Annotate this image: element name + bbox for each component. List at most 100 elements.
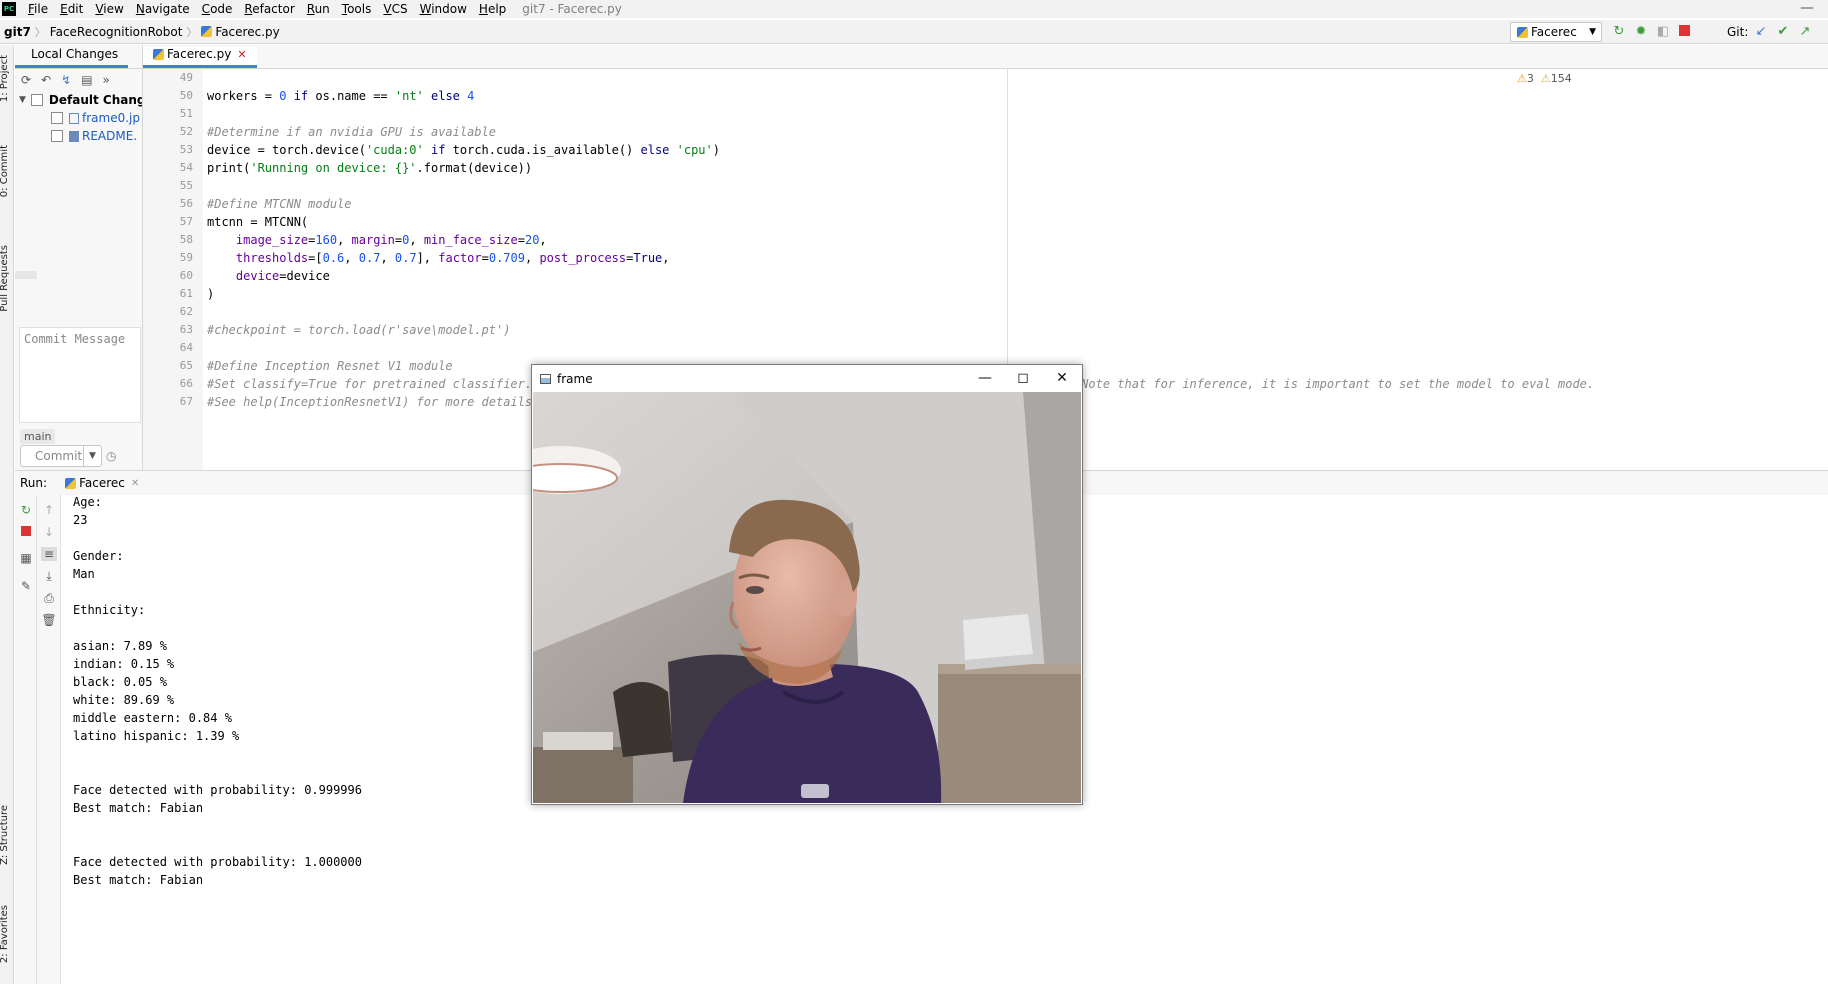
weak-warning-count: 154 [1550,72,1572,85]
coverage-icon[interactable]: ◧ [1656,25,1670,39]
window-minimize-button[interactable]: — [1800,0,1814,16]
weak-warning-icon: ⚠ [1540,72,1551,85]
shelve-icon[interactable]: ▤ [81,73,92,87]
list-item[interactable]: README. [15,127,142,145]
code-line: #Determine if an nvidia GPU is available [207,123,496,141]
git-update-icon[interactable]: ↙ [1754,25,1768,39]
breadcrumb-folder[interactable]: FaceRecognitionRobot [46,25,187,39]
code-token: 0.7 [358,251,381,265]
refresh-icon[interactable]: ⟳ [21,73,31,87]
changelist-checkbox[interactable] [30,94,43,106]
chevron-down-icon[interactable]: ▼ [83,446,101,466]
markdown-file-icon [69,130,79,142]
code-token: os.name == [315,89,395,103]
code-token: #Determine if an nvidia GPU is available [207,125,496,139]
menu-run[interactable]: Run [301,0,336,18]
menu-vcs[interactable]: VCS [377,0,413,18]
breadcrumb-project[interactable]: git7 [0,25,35,39]
run-configuration-selector[interactable]: Facerec ▼ [1510,22,1602,42]
python-file-icon [153,48,164,60]
code-token: thresholds [235,251,309,265]
changelist-row[interactable]: ▼ Default Change [15,91,142,109]
print-icon[interactable]: ⎙ [41,591,57,605]
code-token: else [640,143,677,157]
list-item[interactable]: frame0.jp [15,109,142,127]
pin-icon[interactable]: ✎ [18,579,34,593]
code-token: device = torch.device( [207,143,366,157]
rerun-icon[interactable]: ↻ [1612,25,1626,39]
commit-toolbar: ⟳ ↶ ↯ ▤ » [15,69,142,91]
webcam-frame-illustration [533,392,1081,803]
chevron-down-icon[interactable]: ▼ [19,95,26,105]
soft-wrap-icon[interactable]: ≡ [41,547,57,561]
tool-tab-project[interactable]: 1: Project [0,55,15,102]
menu-file[interactable]: File [22,0,54,18]
file-label: README. [82,129,138,143]
tab-run-facerec[interactable]: Facerec ✕ [61,476,143,490]
menu-tools[interactable]: Tools [336,0,378,18]
branch-badge[interactable]: main [20,429,56,444]
frame-window[interactable]: frame — ◻ ✕ [531,364,1083,805]
update-icon[interactable]: ↯ [61,73,71,87]
history-icon[interactable]: ◷ [106,449,116,463]
close-button[interactable]: ✕ [1043,365,1081,392]
horizontal-scrollbar[interactable] [15,271,37,279]
menu-view[interactable]: View [89,0,129,18]
git-push-icon[interactable]: ↗ [1798,25,1812,39]
commit-button[interactable]: Commit ▼ [20,445,102,467]
code-token: 'cuda:0' [365,143,424,157]
code-line: #See help(InceptionResnetV1) for more de… [207,393,539,411]
code-token: 0.6 [322,251,345,265]
breadcrumb-file[interactable]: Facerec.py [197,25,283,39]
close-icon[interactable]: ✕ [237,48,246,61]
line-number: 56 [179,197,193,210]
line-number: 63 [179,323,193,336]
close-icon[interactable]: ✕ [131,478,139,489]
trash-icon[interactable]: 🗑 [41,613,57,627]
tool-tab-commit[interactable]: 0: Commit [0,145,15,197]
file-checkbox[interactable] [51,112,63,124]
menu-navigate[interactable]: Navigate [130,0,196,18]
warning-icon: ⚠ [1517,72,1527,85]
code-token: , [344,251,359,265]
code-token: mtcnn = MTCNN( [207,215,309,229]
arrow-down-icon[interactable]: ↓ [41,525,57,539]
frame-app-icon [540,373,551,384]
tool-tab-structure[interactable]: Z: Structure [0,805,15,865]
tab-facerec-py[interactable]: Facerec.py ✕ [143,47,257,68]
maximize-button[interactable]: ◻ [1004,365,1042,392]
inspection-badges[interactable]: ⚠3 ⚠154 [1517,72,1572,85]
menu-refactor[interactable]: Refactor [238,0,300,18]
breadcrumb-separator: 〉 [186,25,198,39]
menu-code[interactable]: Code [196,0,239,18]
code-line: thresholds=[0.6, 0.7, 0.7], factor=0.709… [207,249,670,267]
menu-window[interactable]: Window [414,0,473,18]
code-token: min_face_size [423,233,518,247]
line-number: 61 [179,287,193,300]
menu-edit[interactable]: Edit [54,0,89,18]
code-token: ], [416,251,439,265]
frame-titlebar[interactable]: frame — ◻ ✕ [532,365,1082,392]
commit-message-input[interactable]: Commit Message [19,327,141,423]
layout-icon[interactable]: ▦ [18,551,34,565]
rerun-icon[interactable]: ↻ [18,503,34,517]
menu-help[interactable]: Help [473,0,512,18]
tool-tab-pull-requests[interactable]: Pull Requests [0,245,15,312]
commit-button-label: Commit [35,449,83,463]
console-line: Man [73,567,95,581]
commit-tab-bar: Local Changes [15,45,142,69]
tab-local-changes[interactable]: Local Changes [15,47,129,68]
file-checkbox[interactable] [51,130,63,142]
stop-icon[interactable] [1677,25,1691,39]
stop-icon[interactable] [18,525,34,539]
arrow-up-icon[interactable]: ↑ [41,503,57,517]
git-commit-icon[interactable]: ✔ [1776,25,1790,39]
minimize-button[interactable]: — [966,365,1004,392]
rollback-icon[interactable]: ↶ [41,73,51,87]
code-token: 0.709 [488,251,525,265]
warning-count: 3 [1526,72,1534,85]
scroll-to-end-icon[interactable]: ⤓ [41,569,57,583]
tool-tab-favorites[interactable]: 2: Favorites [0,905,15,963]
debug-icon[interactable]: ✹ [1634,25,1648,39]
more-icon[interactable]: » [103,73,110,87]
